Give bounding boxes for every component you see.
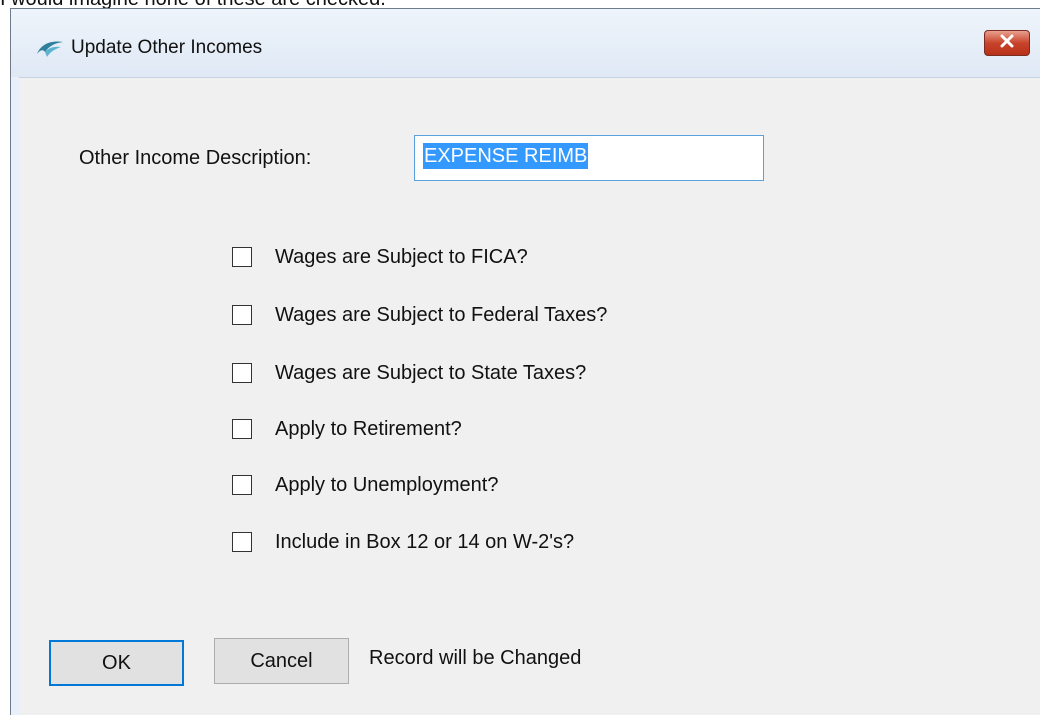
checkbox-label[interactable]: Apply to Unemployment? bbox=[275, 474, 498, 497]
title-bar[interactable]: Update Other Incomes bbox=[11, 9, 1040, 77]
window-title: Update Other Incomes bbox=[71, 37, 263, 58]
checkbox-box[interactable] bbox=[232, 419, 252, 439]
checkbox-label[interactable]: Wages are Subject to State Taxes? bbox=[275, 362, 586, 385]
description-label: Other Income Description: bbox=[79, 147, 312, 169]
checkbox-label[interactable]: Apply to Retirement? bbox=[275, 418, 462, 441]
checkbox-label[interactable]: Wages are Subject to FICA? bbox=[275, 246, 528, 269]
bird-icon bbox=[35, 36, 67, 62]
close-icon bbox=[1000, 34, 1014, 53]
checkbox-fica[interactable]: Wages are Subject to FICA? bbox=[232, 244, 528, 270]
checkbox-unemployment[interactable]: Apply to Unemployment? bbox=[232, 472, 498, 498]
checkbox-label[interactable]: Include in Box 12 or 14 on W-2's? bbox=[275, 531, 574, 554]
checkbox-retirement[interactable]: Apply to Retirement? bbox=[232, 416, 462, 442]
checkbox-box[interactable] bbox=[232, 363, 252, 383]
page: I would imagine none of these are checke… bbox=[0, 0, 1040, 715]
checkbox-box[interactable] bbox=[232, 532, 252, 552]
checkbox-state-taxes[interactable]: Wages are Subject to State Taxes? bbox=[232, 360, 586, 386]
dialog-body: Other Income Description: EXPENSE REIMB … bbox=[19, 77, 1040, 715]
checkbox-federal-taxes[interactable]: Wages are Subject to Federal Taxes? bbox=[232, 302, 607, 328]
checkbox-box[interactable] bbox=[232, 475, 252, 495]
description-input[interactable]: EXPENSE REIMB bbox=[414, 135, 764, 181]
cancel-button[interactable]: Cancel bbox=[214, 638, 349, 684]
status-text: Record will be Changed bbox=[369, 647, 582, 669]
dialog-window: Update Other Incomes Other Income Descri… bbox=[10, 8, 1040, 715]
checkbox-label[interactable]: Wages are Subject to Federal Taxes? bbox=[275, 304, 607, 327]
checkbox-box[interactable] bbox=[232, 247, 252, 267]
ok-button[interactable]: OK bbox=[49, 640, 184, 686]
checkbox-w2-box[interactable]: Include in Box 12 or 14 on W-2's? bbox=[232, 529, 574, 555]
close-button[interactable] bbox=[984, 30, 1030, 56]
description-value[interactable]: EXPENSE REIMB bbox=[423, 143, 589, 169]
checkbox-box[interactable] bbox=[232, 305, 252, 325]
